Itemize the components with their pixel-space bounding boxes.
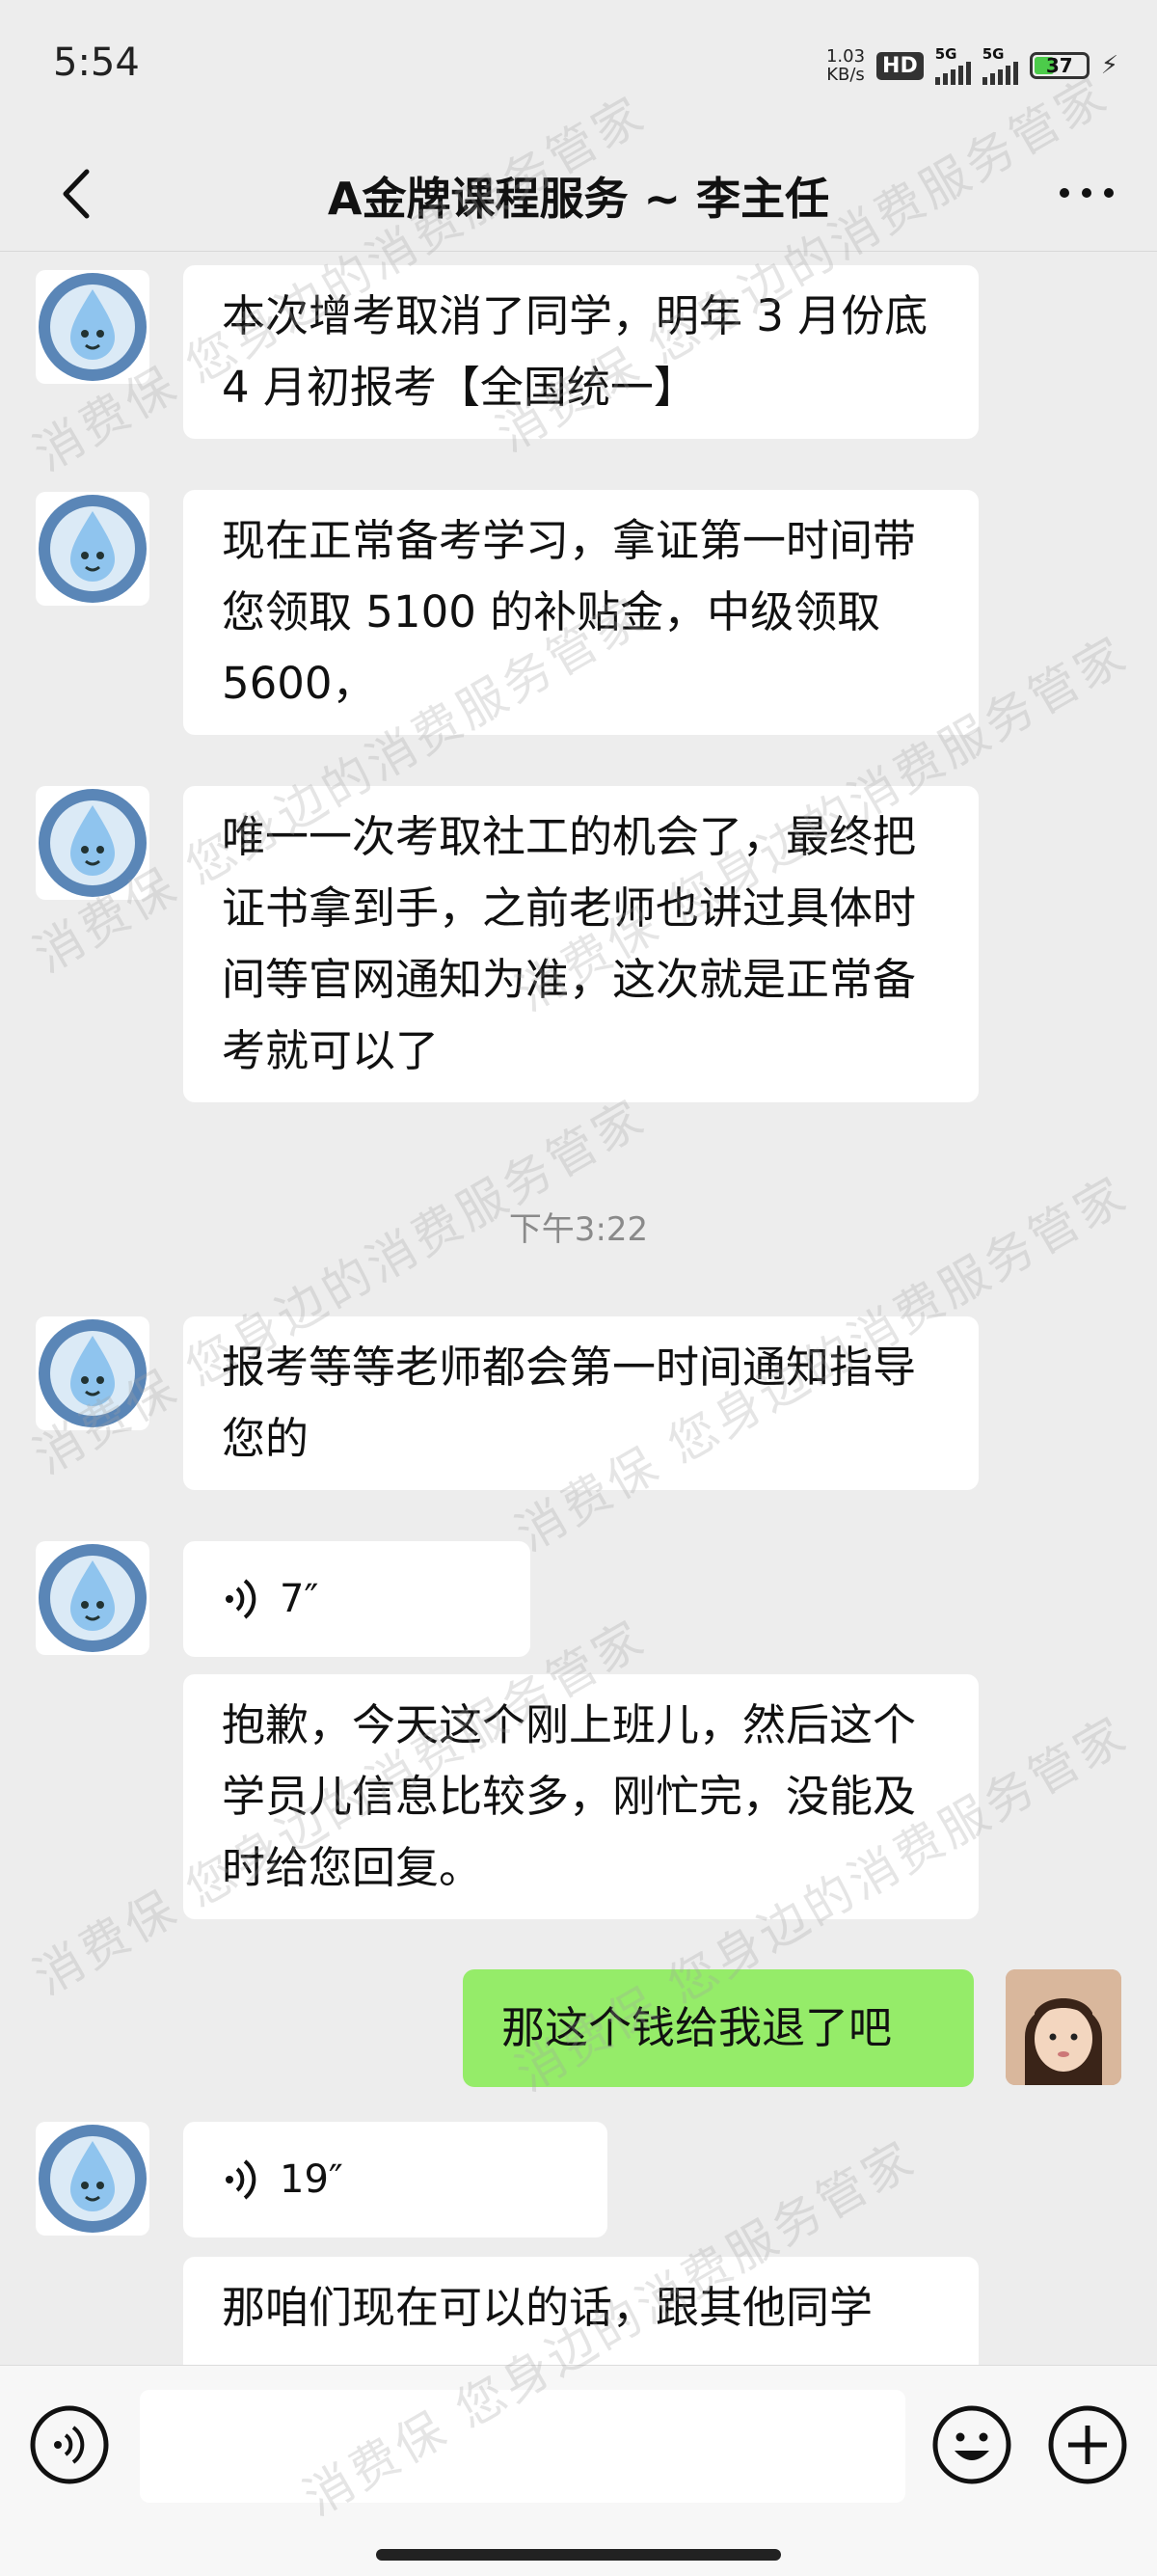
- status-time: 5:54: [53, 41, 140, 85]
- message-input[interactable]: [140, 2390, 905, 2503]
- avatar-mascot-icon: [39, 495, 147, 603]
- status-icons: 1.03 KB/s HD 5G 5G 37 ⚡: [826, 42, 1118, 89]
- message-text: 抱歉，今天这个刚上班儿，然后这个学员儿信息比较多，刚忙完，没能及时给您回复。: [222, 1699, 917, 1893]
- voice-wave-icon: [226, 1579, 256, 1619]
- charging-bolt-icon: ⚡: [1100, 51, 1118, 80]
- emoji-icon[interactable]: [931, 2404, 1012, 2485]
- message-bubble[interactable]: 现在正常备考学习，拿证第一时间带您领取 5100 的补贴金，中级领取 5600，: [183, 490, 979, 735]
- avatar[interactable]: [36, 786, 149, 900]
- avatar-mascot-icon: [39, 273, 147, 381]
- avatar-child-photo: [1006, 1969, 1121, 2085]
- message-bubble[interactable]: 抱歉，今天这个刚上班儿，然后这个学员儿信息比较多，刚忙完，没能及时给您回复。: [183, 1674, 979, 1919]
- voice-wave-icon: [226, 2159, 256, 2200]
- status-bar: 5:54 1.03 KB/s HD 5G 5G 37 ⚡: [0, 0, 1157, 135]
- message-timestamp: 下午3:22: [508, 1210, 649, 1249]
- message-text: 报考等等老师都会第一时间通知指导您的: [222, 1342, 917, 1464]
- signal-label: 5G: [934, 44, 957, 63]
- avatar[interactable]: [36, 2122, 149, 2236]
- voice-message-bubble[interactable]: 19″: [183, 2122, 607, 2237]
- hd-badge-icon: HD: [876, 51, 924, 80]
- signal-label: 5G: [982, 44, 1005, 63]
- message-bubble[interactable]: 本次增考取消了同学，明年 3 月份底 4 月初报考【全国统一】: [183, 265, 979, 439]
- avatar[interactable]: [36, 1316, 149, 1430]
- message-text: 那这个钱给我退了吧: [501, 2002, 893, 2053]
- voice-duration: 7″: [280, 1577, 319, 1621]
- message-text: 唯一一次考取社工的机会了，最终把证书拿到手，之前老师也讲过具体时间等官网通知为准…: [222, 811, 917, 1076]
- avatar-mascot-icon: [39, 789, 147, 897]
- voice-message-bubble[interactable]: 7″: [183, 1541, 530, 1657]
- input-bar: [0, 2365, 1157, 2576]
- plus-icon[interactable]: [1047, 2404, 1128, 2485]
- network-speed-value: 1.03: [825, 46, 866, 67]
- avatar-mascot-icon: [39, 2125, 147, 2233]
- message-text: 本次增考取消了同学，明年 3 月份底 4 月初报考【全国统一】: [222, 290, 928, 413]
- message-text: 那咱们现在可以的话，跟其他同学: [222, 2282, 874, 2333]
- message-bubble[interactable]: 唯一一次考取社工的机会了，最终把证书拿到手，之前老师也讲过具体时间等官网通知为准…: [183, 786, 979, 1102]
- avatar-mascot-icon: [39, 1544, 147, 1652]
- avatar[interactable]: [36, 1541, 149, 1655]
- voice-mode-icon[interactable]: [29, 2404, 110, 2485]
- avatar[interactable]: [36, 492, 149, 606]
- battery-level: 37: [1045, 54, 1073, 77]
- avatar[interactable]: [36, 270, 149, 384]
- signal-strength-icon: 5G: [934, 44, 971, 85]
- chat-header: A金牌课程服务 ~ 李主任: [0, 135, 1157, 252]
- more-dots-icon[interactable]: [1053, 174, 1120, 212]
- network-speed: 1.03 KB/s: [826, 47, 865, 84]
- signal-strength-icon: 5G: [982, 44, 1018, 85]
- message-bubble[interactable]: 报考等等老师都会第一时间通知指导您的: [183, 1316, 979, 1490]
- message-bubble[interactable]: 那咱们现在可以的话，跟其他同学: [183, 2257, 979, 2365]
- outgoing-message-bubble[interactable]: 那这个钱给我退了吧: [463, 1969, 974, 2087]
- avatar-mascot-icon: [39, 1319, 147, 1427]
- message-text: 现在正常备考学习，拿证第一时间带您领取 5100 的补贴金，中级领取 5600，: [222, 515, 917, 709]
- chat-title: A金牌课程服务 ~ 李主任: [327, 173, 830, 225]
- avatar[interactable]: [1006, 1969, 1121, 2085]
- network-speed-unit: KB/s: [826, 65, 865, 85]
- voice-duration: 19″: [280, 2157, 343, 2202]
- message-list[interactable]: 本次增考取消了同学，明年 3 月份底 4 月初报考【全国统一】 现在正常备考学习…: [0, 253, 1157, 2365]
- battery-icon: 37: [1029, 52, 1090, 79]
- home-indicator[interactable]: [376, 2549, 781, 2561]
